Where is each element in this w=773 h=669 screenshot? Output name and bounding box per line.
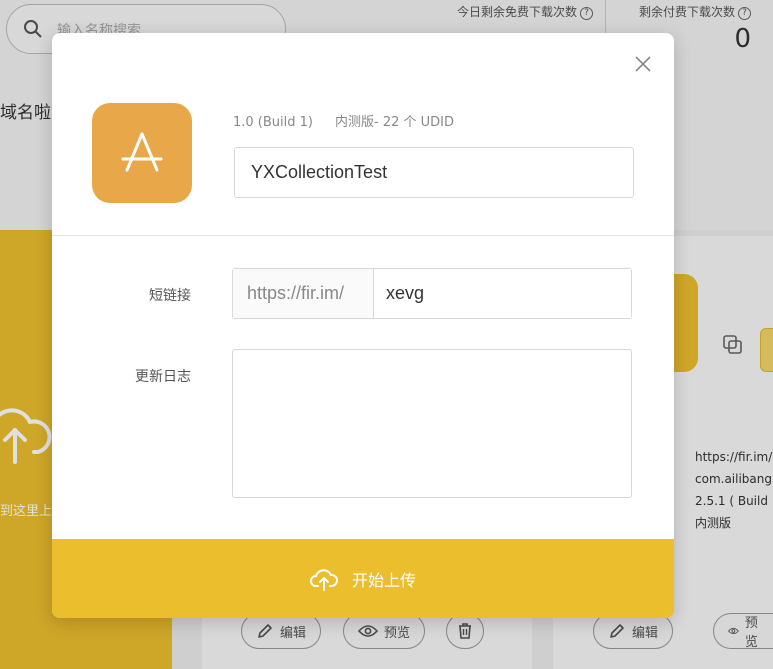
changelog-textarea[interactable] [232, 349, 632, 498]
short-link-field: https://fir.im/ [232, 268, 632, 319]
short-link-label: 短链接 [149, 288, 191, 304]
short-link-prefix: https://fir.im/ [233, 269, 374, 318]
start-upload-label: 开始上传 [351, 572, 416, 590]
app-store-glyph-icon [121, 132, 163, 172]
app-version-label: 1.0 (Build 1) [233, 115, 313, 130]
start-upload-button[interactable]: 开始上传 [52, 539, 674, 618]
app-name-input[interactable] [234, 147, 634, 198]
cloud-upload-icon [310, 568, 338, 591]
build-type-label: 内测版- 22 个 UDID [335, 115, 454, 130]
app-meta: 1.0 (Build 1) 内测版- 22 个 UDID [233, 111, 454, 130]
upload-modal: 1.0 (Build 1) 内测版- 22 个 UDID 短链接 https://… [52, 33, 674, 618]
changelog-label: 更新日志 [135, 369, 191, 385]
short-link-input[interactable] [374, 269, 631, 318]
close-icon[interactable] [632, 53, 654, 75]
app-store-icon [92, 103, 192, 203]
section-divider [52, 235, 674, 236]
